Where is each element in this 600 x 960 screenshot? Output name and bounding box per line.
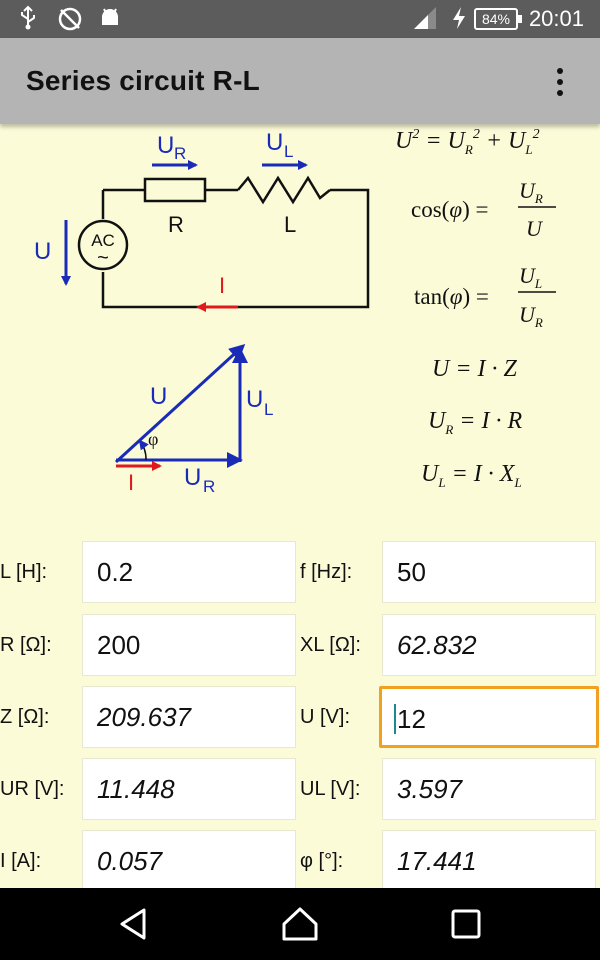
i-label: I [A]: bbox=[0, 850, 42, 872]
navigation-bar bbox=[0, 888, 600, 960]
row-z-u: Z [Ω]: 209.637 U [V]: 12 bbox=[0, 686, 600, 748]
svg-text:UL: UL bbox=[519, 263, 542, 291]
status-bar: 84% 20:01 bbox=[0, 0, 600, 38]
phasor-ul-label: U bbox=[246, 386, 263, 413]
row-ur-ul: UR [V]: 11.448 UL [V]: 3.597 bbox=[0, 758, 600, 820]
svg-text:UR = I · R: UR = I · R bbox=[428, 408, 522, 437]
u-field-value: 12 bbox=[397, 704, 426, 734]
r-field[interactable]: 200 bbox=[82, 614, 296, 676]
sync-off-icon bbox=[58, 7, 82, 31]
text-cursor bbox=[394, 704, 396, 735]
battery-icon: 84% bbox=[474, 8, 522, 30]
circuit-wires bbox=[101, 188, 370, 309]
resistor-symbol bbox=[143, 177, 207, 203]
row-i-phi: I [A]: 0.057 φ [°]: 17.441 bbox=[0, 830, 600, 888]
formula-1: U2 = UR2 + UL2 bbox=[395, 127, 540, 157]
phi-field[interactable]: 17.441 bbox=[382, 830, 596, 888]
z-label: Z [Ω]: bbox=[0, 706, 50, 728]
l-label: L bbox=[284, 212, 296, 237]
ur-label-sub: R bbox=[174, 144, 186, 163]
svg-text:cos(φ) =: cos(φ) = bbox=[411, 197, 488, 222]
svg-text:tan(φ) =: tan(φ) = bbox=[414, 284, 489, 309]
svg-text:U2 = UR2 + UL2: U2 = UR2 + UL2 bbox=[395, 127, 540, 157]
inductor-symbol bbox=[237, 175, 331, 205]
phasor-ur-sub: R bbox=[203, 477, 215, 496]
charging-icon bbox=[453, 7, 465, 29]
home-icon[interactable] bbox=[278, 902, 322, 946]
phi-arc bbox=[138, 439, 149, 461]
back-icon[interactable] bbox=[112, 902, 156, 946]
l-field[interactable]: 0.2 bbox=[82, 541, 296, 603]
u-label: U bbox=[34, 238, 51, 265]
svg-text:U = I · Z: U = I · Z bbox=[432, 356, 518, 382]
formula-4: U = I · Z bbox=[432, 356, 518, 382]
f-field[interactable]: 50 bbox=[382, 541, 596, 603]
content-area: AC ~ U R U L R L U I φ U U L U R I U2 = … bbox=[0, 124, 600, 888]
usb-icon bbox=[21, 5, 35, 30]
svg-text:UR: UR bbox=[519, 178, 543, 206]
phasor-u-arrow bbox=[114, 343, 246, 464]
ul-field[interactable]: 3.597 bbox=[382, 758, 596, 820]
formula-3: tan(φ) = UL UR bbox=[414, 263, 556, 330]
ac-source-symbol: ~ bbox=[97, 247, 109, 269]
svg-text:UL = I · XL: UL = I · XL bbox=[421, 461, 522, 490]
phasor-ul-sub: L bbox=[264, 400, 273, 419]
f-label: f [Hz]: bbox=[300, 561, 353, 583]
u-field[interactable]: 12 bbox=[379, 686, 599, 748]
ur-field[interactable]: 11.448 bbox=[82, 758, 296, 820]
more-vert-icon[interactable] bbox=[546, 62, 574, 102]
phasor-i-label: I bbox=[128, 470, 134, 495]
z-field[interactable]: 209.637 bbox=[82, 686, 296, 748]
ul-label: U bbox=[266, 129, 283, 156]
svg-text:UR: UR bbox=[519, 302, 543, 330]
xl-label: XL [Ω]: bbox=[300, 634, 361, 656]
phi-label: φ bbox=[148, 429, 158, 449]
row-r-xl: R [Ω]: 200 XL [Ω]: 62.832 bbox=[0, 614, 600, 676]
row-l-f: L [H]: 0.2 f [Hz]: 50 bbox=[0, 541, 600, 603]
ur-label: UR [V]: bbox=[0, 778, 65, 800]
r-label: R [Ω]: bbox=[0, 634, 52, 656]
xl-field[interactable]: 62.832 bbox=[382, 614, 596, 676]
clock: 20:01 bbox=[528, 6, 584, 31]
battery-percent: 84% bbox=[481, 11, 511, 27]
circuit-diagram: AC ~ U R U L R L U I φ U U L U R I U2 = … bbox=[34, 127, 556, 496]
formula-2: cos(φ) = UR U bbox=[411, 178, 556, 241]
l-label: L [H]: bbox=[0, 561, 48, 583]
svg-text:U: U bbox=[526, 216, 544, 241]
i-field[interactable]: 0.057 bbox=[82, 830, 296, 888]
u-label: U [V]: bbox=[300, 706, 351, 728]
r-label: R bbox=[168, 212, 184, 237]
formula-5: UR = I · R bbox=[428, 408, 522, 437]
ur-label: U bbox=[157, 132, 174, 159]
signal-icon bbox=[414, 7, 436, 29]
ul-label: UL [V]: bbox=[300, 778, 361, 800]
phi-field-label: φ [°]: bbox=[300, 850, 344, 872]
recents-icon[interactable] bbox=[444, 902, 488, 946]
formula-6: UL = I · XL bbox=[421, 461, 522, 490]
phasor-u-label: U bbox=[150, 383, 167, 410]
page-title: Series circuit R-L bbox=[26, 65, 260, 96]
phasor-ur-label: U bbox=[184, 464, 201, 491]
ul-label-sub: L bbox=[284, 142, 293, 161]
app-bar: Series circuit R-L bbox=[0, 38, 600, 124]
android-icon bbox=[102, 8, 118, 25]
i-label: I bbox=[219, 273, 225, 298]
